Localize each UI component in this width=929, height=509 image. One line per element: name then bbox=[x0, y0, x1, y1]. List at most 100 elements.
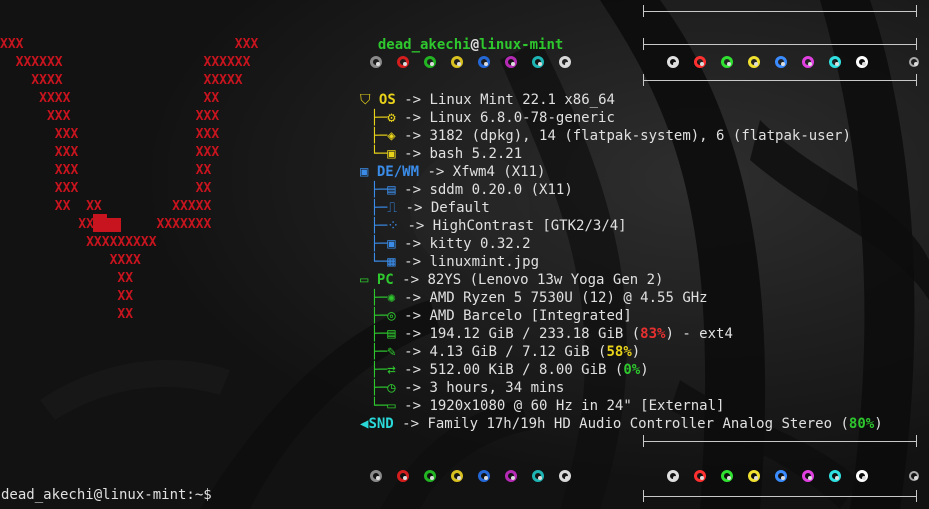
arrow: -> bbox=[395, 362, 430, 378]
frame-rule-2-right bbox=[916, 38, 917, 50]
arrow: -> bbox=[395, 254, 430, 270]
frame-rule-last-right bbox=[916, 490, 917, 502]
palette-swatch bbox=[667, 470, 679, 482]
palette-swatch bbox=[694, 470, 706, 482]
palette-swatch bbox=[694, 56, 706, 68]
os-value: Linux Mint 22.1 x86_64 bbox=[429, 92, 615, 108]
arrow: -> bbox=[395, 92, 430, 108]
disk-icon: ▤ bbox=[387, 326, 396, 342]
de-value: sddm 0.20.0 (X11) bbox=[429, 182, 573, 198]
palette-swatch bbox=[505, 470, 517, 482]
tree-connector: ├─ bbox=[362, 362, 388, 378]
grid-icon: ⁘ bbox=[387, 218, 400, 234]
de-row: └─▦ -> linuxmint.jpg bbox=[362, 253, 539, 271]
arrow: -> bbox=[395, 380, 430, 396]
ascii-line: XXX XXX bbox=[0, 109, 220, 124]
value-suffix: ) bbox=[631, 344, 641, 360]
gear-icon: ⚙ bbox=[387, 110, 396, 126]
frame-rule-bottom-left bbox=[643, 435, 644, 447]
usage-percent: 83% bbox=[640, 326, 666, 342]
palette-swatch bbox=[748, 470, 760, 482]
arrow: -> bbox=[419, 164, 453, 180]
os-value: bash 5.2.21 bbox=[429, 146, 523, 162]
shell-prompt[interactable]: dead_akechi@linux-mint:~$ bbox=[1, 486, 212, 504]
palette-swatch bbox=[856, 56, 868, 68]
tree-connector: ├─ bbox=[362, 236, 388, 252]
de-row: ├─⎍ -> Default bbox=[362, 199, 489, 217]
paint-roller-icon: ⎍ bbox=[387, 200, 398, 216]
de-value: Xfwm4 (X11) bbox=[452, 164, 546, 180]
palette-end-dot bbox=[909, 57, 919, 67]
pc-section-label: PC bbox=[368, 272, 394, 288]
tree-connector: └─ bbox=[362, 254, 388, 270]
terminal-icon: ▣ bbox=[387, 146, 396, 162]
frame-top-left-tick bbox=[643, 5, 644, 17]
os-row: ⛉ OS -> Linux Mint 22.1 x86_64 bbox=[360, 91, 615, 109]
user-host-title: dead_akechi@linux-mint bbox=[361, 18, 563, 54]
tree-connector: └─ bbox=[362, 146, 388, 162]
arrow: -> bbox=[397, 200, 431, 216]
pc-row: ├─✎ -> 4.13 GiB / 7.12 GiB (58%) bbox=[362, 343, 640, 361]
palette-swatch bbox=[559, 56, 571, 68]
tree-connector: ├─ bbox=[362, 344, 388, 360]
snd-row: ◀SND -> Family 17h/19h HD Audio Controll… bbox=[360, 415, 883, 433]
ascii-line: XXX XX bbox=[0, 181, 212, 196]
frame-rule-bottom-right bbox=[916, 435, 917, 447]
de-row: ├─⁘ -> HighContrast [GTK2/3/4] bbox=[362, 217, 626, 235]
clock-icon: ◷ bbox=[387, 380, 396, 396]
de-row: ├─▤ -> sddm 0.20.0 (X11) bbox=[362, 181, 573, 199]
de-row: ├─▣ -> kitty 0.32.2 bbox=[362, 235, 530, 253]
tree-connector: ├─ bbox=[362, 110, 388, 126]
ascii-line: XXX XXX bbox=[0, 37, 259, 52]
pc-row: ├─✺ -> AMD Ryzen 5 7530U (12) @ 4.55 GHz bbox=[362, 289, 707, 307]
gpu-icon: ◎ bbox=[387, 308, 396, 324]
image-icon: ▦ bbox=[387, 254, 396, 270]
value-suffix: ) bbox=[640, 362, 649, 378]
palette-swatch bbox=[802, 470, 814, 482]
palette-end-dot bbox=[909, 471, 919, 481]
arrow: -> bbox=[395, 308, 430, 324]
palette-swatch bbox=[397, 56, 409, 68]
palette-swatch bbox=[721, 470, 733, 482]
tree-connector: ├─ bbox=[362, 326, 388, 342]
arrow: -> bbox=[395, 290, 430, 306]
ascii-line: XX bbox=[0, 271, 134, 286]
arrow: -> bbox=[395, 236, 430, 252]
package-icon: ◈ bbox=[387, 128, 396, 144]
value-prefix: 4.13 GiB / 7.12 GiB ( bbox=[429, 344, 607, 360]
value-suffix: ) bbox=[874, 416, 883, 432]
palette-swatch bbox=[748, 56, 760, 68]
pc-row: ├─◷ -> 3 hours, 34 mins bbox=[362, 379, 564, 397]
pc-value: 1920x1080 @ 60 Hz in 24" [External] bbox=[429, 398, 725, 414]
palette-swatch bbox=[397, 470, 409, 482]
palette-swatch bbox=[829, 56, 841, 68]
os-section-label: OS bbox=[370, 92, 396, 108]
value-prefix: 194.12 GiB / 233.18 GiB ( bbox=[429, 326, 641, 342]
palette-swatch bbox=[505, 56, 517, 68]
usage-percent: 0% bbox=[623, 362, 641, 378]
os-row: ├─◈ -> 3182 (dpkg), 14 (flatpak-system),… bbox=[362, 127, 850, 145]
palette-swatch bbox=[424, 56, 436, 68]
swap-icon: ⇄ bbox=[387, 362, 396, 378]
frame-rule-3-right bbox=[916, 74, 917, 86]
pc-row: ├─◎ -> AMD Barcelo [Integrated] bbox=[362, 307, 631, 325]
arrow: -> bbox=[395, 128, 430, 144]
ascii-line: XXXX XX bbox=[0, 91, 220, 106]
pc-row: ▭ PC -> 82YS (Lenovo 13w Yoga Gen 2) bbox=[360, 271, 663, 289]
frame-rule-3-left bbox=[643, 74, 644, 86]
frame-rule-bottom bbox=[643, 441, 917, 442]
value-prefix: 512.00 KiB / 8.00 GiB ( bbox=[429, 362, 624, 378]
ascii-line: XXX XXX bbox=[0, 145, 220, 160]
ascii-line: XXXXXX XXXXXX bbox=[0, 55, 251, 70]
tree-connector: ├─ bbox=[362, 290, 388, 306]
de-value: linuxmint.jpg bbox=[429, 254, 540, 270]
ascii-line: XX bbox=[0, 289, 134, 304]
frame-top-rule bbox=[643, 11, 917, 12]
palette-swatch bbox=[667, 56, 679, 68]
value-prefix: Family 17h/19h HD Audio Controller Analo… bbox=[427, 416, 849, 432]
ascii-line: XXXXXXXXX bbox=[0, 235, 157, 250]
display-icon: ▭ bbox=[387, 398, 396, 414]
volume-percent: 80% bbox=[848, 416, 875, 432]
arrow: -> bbox=[393, 272, 428, 288]
username: dead_akechi bbox=[377, 37, 471, 53]
